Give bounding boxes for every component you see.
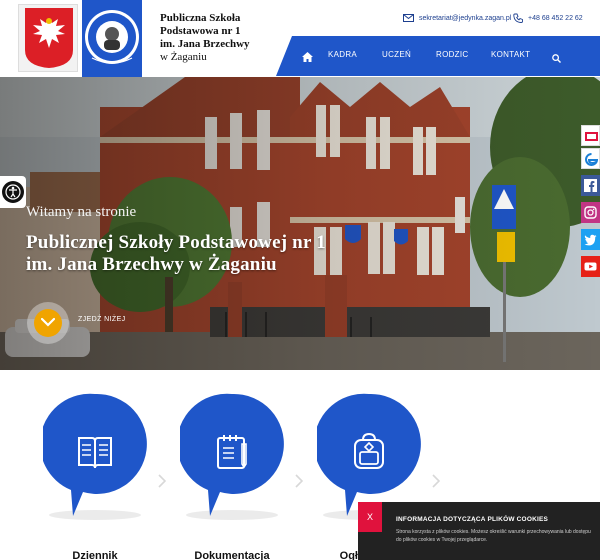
nav-item-rodzic[interactable]: RODZIC — [436, 50, 468, 59]
accessibility-button[interactable] — [0, 176, 26, 208]
school-name-line: Publiczna Szkoła — [160, 12, 241, 24]
nav-item-kontakt[interactable]: KONTAKT — [491, 50, 530, 59]
feature-card-ogloszenia[interactable] — [317, 392, 421, 520]
hero-overlay — [0, 77, 600, 370]
cookie-banner: X INFORMACJA DOTYCZĄCA PLIKÓW COOKIES St… — [358, 502, 600, 560]
site-header: Publiczna Szkoła Podstawowa nr 1 im. Jan… — [0, 0, 600, 77]
chevron-right-icon — [158, 474, 166, 488]
hero-title-line: Publicznej Szkoły Podstawowej nr 1 — [26, 232, 326, 253]
cookie-close-button[interactable]: X — [358, 502, 382, 532]
school-name-line: Podstawowa nr 1 — [160, 25, 241, 37]
main-nav: KADRA UCZEŃ RODZIC KONTAKT — [276, 36, 600, 76]
instagram-link[interactable] — [581, 202, 600, 223]
poland-emblem[interactable] — [18, 4, 78, 72]
accessibility-icon — [5, 184, 21, 200]
hero-welcome: Witamy na stronie — [26, 204, 137, 220]
instagram-icon — [584, 206, 597, 219]
edge-icon — [585, 153, 598, 166]
edge-link[interactable] — [581, 148, 600, 169]
school-name[interactable]: Publiczna Szkoła Podstawowa nr 1 im. Jan… — [160, 12, 250, 64]
hero-title-line: im. Jana Brzechwy w Żaganiu — [26, 254, 277, 275]
envelope-icon — [403, 14, 414, 22]
twitter-icon — [584, 234, 597, 246]
backpack-icon — [354, 432, 384, 469]
hero-title: Publicznej Szkoły Podstawowej nr 1 im. J… — [26, 232, 326, 276]
facebook-icon — [584, 179, 597, 192]
feature-label-dokumentacja[interactable]: Dokumentacja — [177, 550, 287, 560]
phone-text: +48 68 452 22 62 — [528, 14, 583, 22]
cookie-text: Strona korzysta z plików cookies. Możesz… — [396, 529, 591, 543]
feature-card-dokumentacja[interactable] — [180, 392, 284, 520]
nav-item-uczen[interactable]: UCZEŃ — [382, 50, 411, 59]
youtube-link[interactable] — [581, 256, 600, 277]
hero-banner: Witamy na stronie Publicznej Szkoły Pods… — [0, 77, 600, 370]
home-icon[interactable] — [302, 49, 313, 67]
feature-card-dziennik[interactable] — [43, 392, 147, 520]
feature-label-dziennik[interactable]: Dziennik — [40, 550, 150, 560]
email-link[interactable]: sekretariat@jedynka.zagan.pl — [403, 12, 511, 24]
blog-icon — [585, 132, 598, 141]
book-icon — [78, 437, 112, 469]
school-logo[interactable] — [82, 0, 142, 77]
phone-icon — [513, 13, 523, 23]
school-name-line: im. Jana Brzechwy — [160, 38, 250, 50]
scroll-down-button[interactable] — [27, 302, 69, 344]
chevron-right-icon — [295, 474, 303, 488]
email-text: sekretariat@jedynka.zagan.pl — [419, 14, 512, 22]
white-eagle-icon — [25, 8, 73, 68]
nav-item-kadra[interactable]: KADRA — [328, 50, 357, 59]
school-name-line: w Żaganiu — [160, 51, 207, 63]
cookie-title: INFORMACJA DOTYCZĄCA PLIKÓW COOKIES — [396, 516, 549, 523]
youtube-icon — [584, 262, 597, 271]
twitter-link[interactable] — [581, 229, 600, 250]
chevron-right-icon — [432, 474, 440, 488]
blog-link[interactable] — [581, 125, 600, 146]
notebook-icon — [217, 435, 247, 469]
search-icon[interactable] — [552, 50, 561, 68]
school-badge-icon — [82, 0, 142, 77]
scroll-down-label[interactable]: ZJEDŹ NIŻEJ — [78, 316, 126, 323]
phone-link[interactable]: +48 68 452 22 62 — [513, 12, 583, 24]
facebook-link[interactable] — [581, 175, 600, 196]
chevron-down-icon — [41, 317, 55, 327]
